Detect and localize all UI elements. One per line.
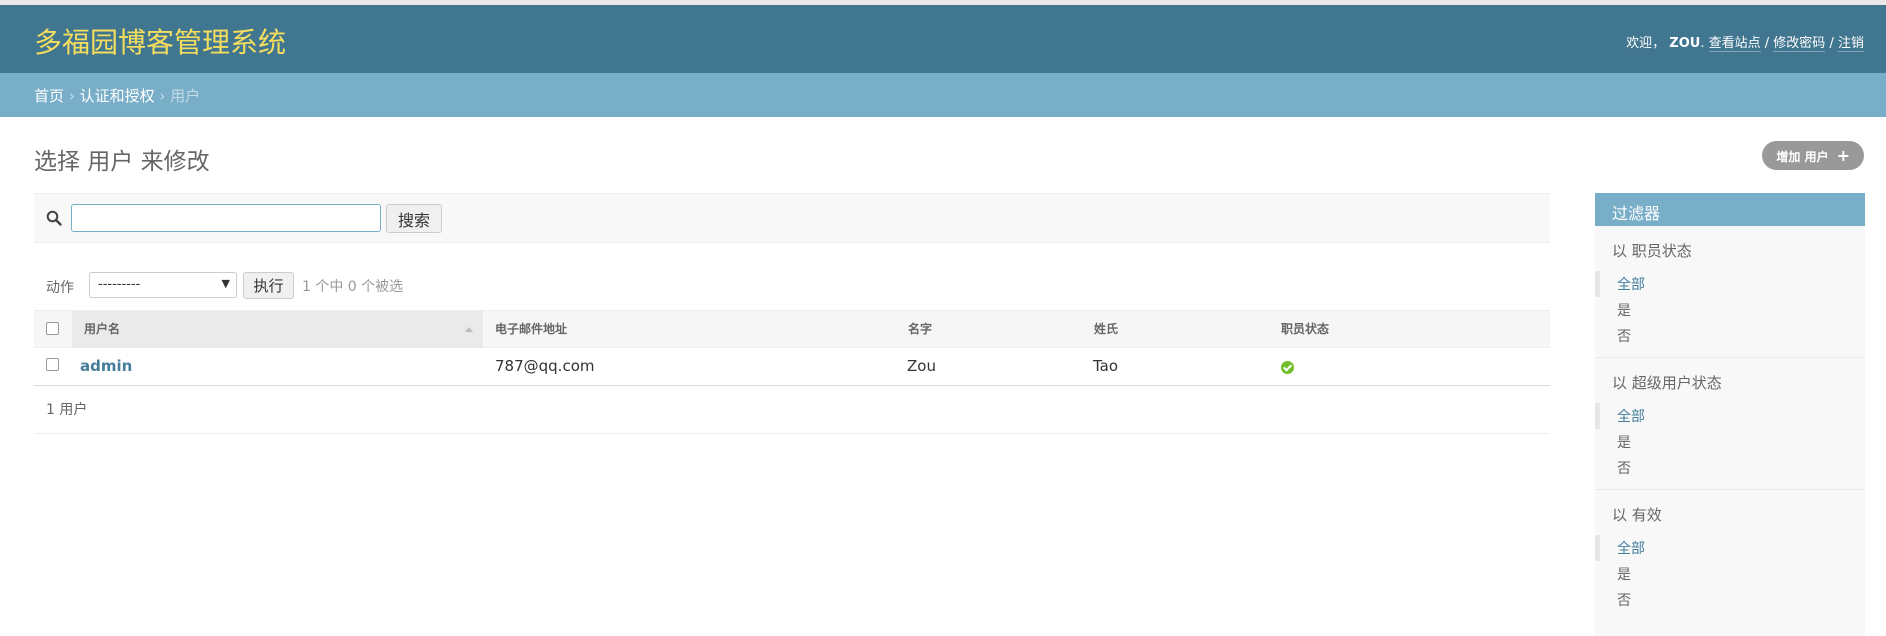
row-select-cell [46, 348, 66, 385]
filter-group-title: 以 职员状态 [1612, 242, 1692, 260]
select-all-cell [46, 311, 66, 348]
add-user-label: 增加 用户 [1776, 150, 1829, 164]
filter-option-no[interactable]: 否 [1595, 587, 1865, 613]
action-select[interactable]: --------- ▼ [89, 272, 237, 298]
breadcrumb-current: 用户 [170, 87, 201, 105]
username: ZOU [1669, 36, 1701, 51]
column-header-last-name[interactable]: 姓氏 [1094, 311, 1274, 348]
breadcrumb: 首页 › 认证和授权 › 用户 [0, 73, 1886, 117]
separator: / [1764, 36, 1770, 51]
filter-option-no[interactable]: 否 [1595, 455, 1865, 481]
search-toolbar: 搜索 [34, 193, 1550, 243]
paginator: 1 用户 [34, 388, 1550, 434]
user-link[interactable]: admin [80, 357, 132, 375]
check-circle-icon [1281, 361, 1294, 374]
filter-group-staff: 以 职员状态 全部 是 否 [1595, 226, 1865, 358]
action-counter: 1 个中 0 个被选 [302, 279, 404, 295]
page-title: 选择 用户 来修改 [34, 149, 210, 175]
last-name-cell: Tao [1093, 357, 1119, 375]
select-all-checkbox[interactable] [46, 322, 59, 335]
breadcrumb-separator: › [68, 87, 75, 105]
filter-group-title: 以 有效 [1612, 506, 1662, 524]
filter-option-all[interactable]: 全部 [1595, 271, 1865, 297]
sort-ascending-icon[interactable] [465, 327, 473, 332]
logout-link[interactable]: 注销 [1837, 36, 1864, 52]
column-header-staff-status[interactable]: 职员状态 [1281, 311, 1461, 348]
filter-group-title: 以 超级用户状态 [1612, 374, 1722, 392]
breadcrumb-separator: › [159, 87, 166, 105]
filter-option-all[interactable]: 全部 [1595, 535, 1865, 561]
email-cell: 787@qq.com [495, 357, 595, 375]
filter-option-yes[interactable]: 是 [1595, 429, 1865, 455]
table-row: admin 787@qq.com Zou Tao [34, 348, 1550, 386]
action-select-value: --------- [98, 277, 141, 292]
actions-label: 动作 [46, 280, 74, 296]
results-table: 用户名 电子邮件地址 名字 姓氏 职员状态 admin 787@qq.com Z… [34, 310, 1550, 386]
filter-option-yes[interactable]: 是 [1595, 561, 1865, 587]
view-site-link[interactable]: 查看站点 [1708, 36, 1761, 52]
column-header-first-name[interactable]: 名字 [908, 311, 1088, 348]
staff-status-cell [1281, 348, 1461, 385]
username-cell: admin [80, 348, 480, 385]
column-header-username[interactable]: 用户名 [72, 311, 483, 348]
filter-group-active: 以 有效 全部 是 否 [1595, 490, 1865, 621]
actions-bar: 动作 --------- ▼ 执行 1 个中 0 个被选 [34, 270, 734, 299]
user-tools: 欢迎， ZOU. 查看站点 / 修改密码 / 注销 [1626, 36, 1864, 52]
site-name[interactable]: 多福园博客管理系统 [34, 21, 286, 61]
welcome-text: 欢迎， [1626, 36, 1666, 51]
column-label: 用户名 [84, 322, 121, 336]
filter-title: 过滤器 [1595, 193, 1865, 226]
add-user-button[interactable]: 增加 用户 + [1762, 141, 1864, 170]
search-input[interactable] [71, 204, 381, 232]
filter-group-superuser: 以 超级用户状态 全部 是 否 [1595, 358, 1865, 490]
filter-option-no[interactable]: 否 [1595, 323, 1865, 349]
go-button[interactable]: 执行 [243, 272, 294, 299]
table-header-row: 用户名 电子邮件地址 名字 姓氏 职员状态 [34, 310, 1550, 348]
first-name-cell: Zou [907, 357, 936, 375]
chevron-down-icon: ▼ [221, 277, 230, 290]
column-header-email[interactable]: 电子邮件地址 [495, 311, 895, 348]
row-select-checkbox[interactable] [46, 358, 59, 371]
search-icon [46, 210, 62, 226]
breadcrumb-app[interactable]: 认证和授权 [80, 87, 155, 105]
separator: / [1829, 36, 1834, 51]
breadcrumb-home[interactable]: 首页 [34, 87, 64, 105]
filter-option-all[interactable]: 全部 [1595, 403, 1865, 429]
search-button[interactable]: 搜索 [386, 204, 442, 233]
plus-icon: + [1836, 146, 1850, 165]
change-password-link[interactable]: 修改密码 [1773, 36, 1826, 52]
filter-panel: 过滤器 以 职员状态 全部 是 否 以 超级用户状态 全部 是 否 以 有效 全… [1595, 193, 1865, 636]
filter-option-yes[interactable]: 是 [1595, 297, 1865, 323]
header: 多福园博客管理系统 欢迎， ZOU. 查看站点 / 修改密码 / 注销 [0, 5, 1886, 73]
